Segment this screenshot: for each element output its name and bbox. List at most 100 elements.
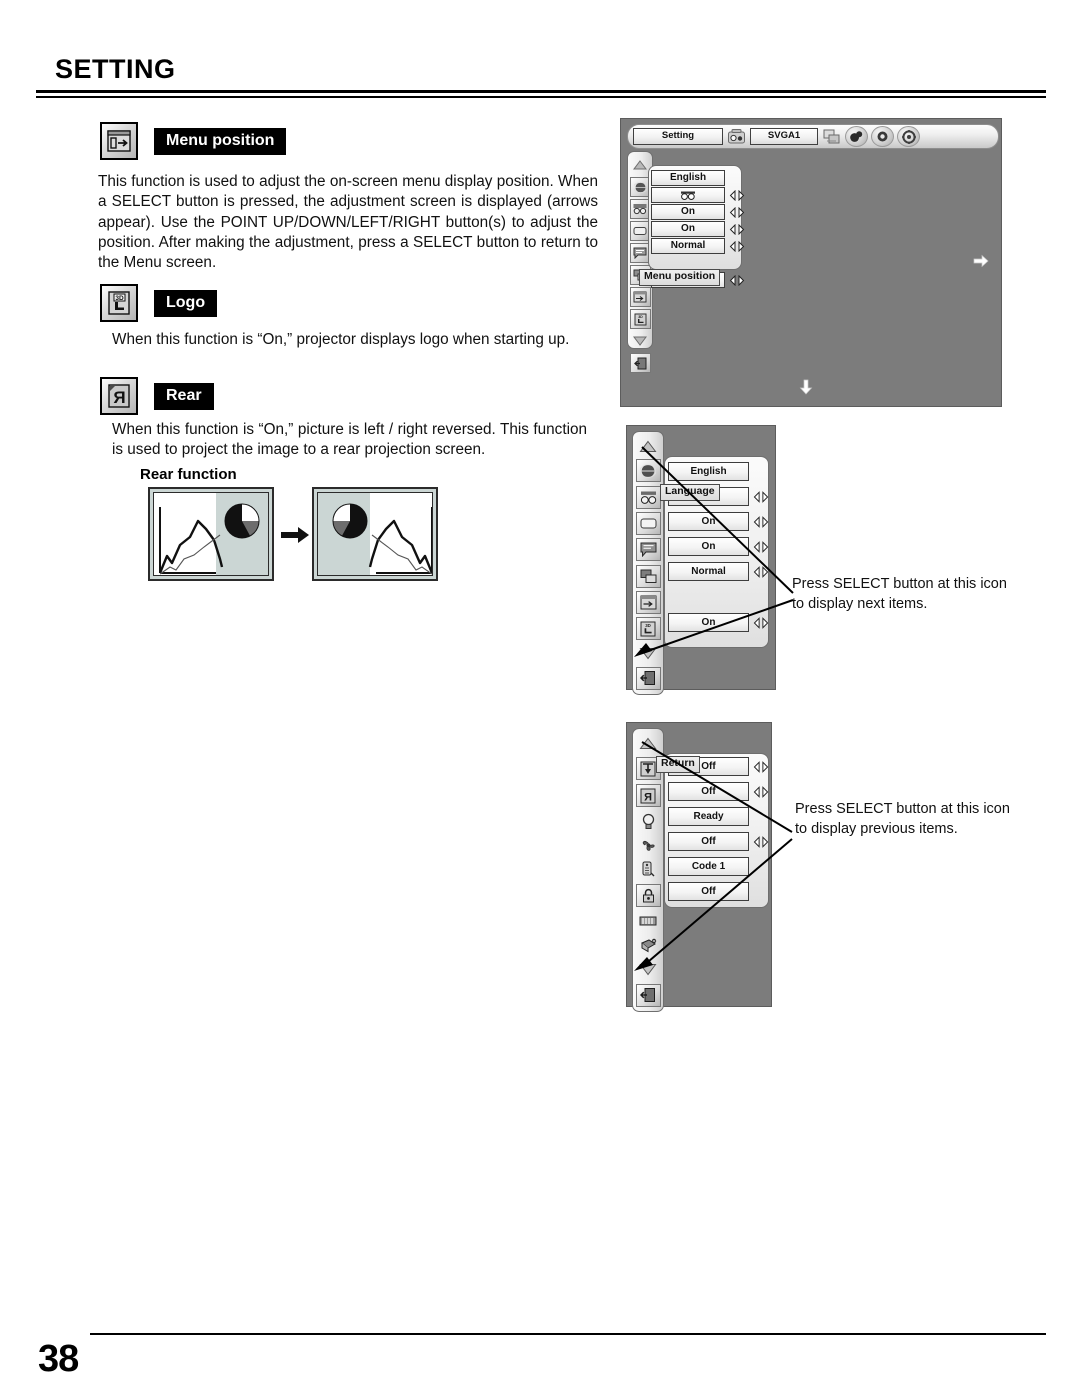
slide-normal-graphics (158, 503, 260, 575)
image-select-icon[interactable] (845, 126, 868, 147)
osd-menu-bar: Setting SVGA1 (627, 124, 999, 149)
scroll-down-icon[interactable] (638, 644, 658, 664)
language-globe-icon[interactable] (635, 459, 661, 483)
osd-row-option-3[interactable]: Normal (651, 238, 745, 254)
rear-function-diagram (148, 487, 458, 587)
fan-icon[interactable] (638, 836, 658, 856)
lamp-counter-icon[interactable] (638, 911, 658, 931)
osd-next-row-language[interactable]: English (668, 462, 749, 481)
menu-position-icon[interactable] (635, 590, 661, 614)
slide-rear-content (317, 492, 433, 576)
osd-setting-screen: Setting SVGA1 3D English On On Normal Me… (620, 118, 1002, 407)
input-source-icon[interactable] (726, 127, 747, 146)
screen-icon[interactable] (821, 127, 842, 146)
osd-lr-arrows[interactable] (753, 540, 769, 553)
osd-next-value-language[interactable]: English (668, 462, 749, 481)
menu-position-description: This function is used to adjust the on-s… (98, 173, 598, 272)
lock-icon[interactable] (635, 884, 661, 908)
osd-lr-arrows[interactable] (729, 223, 745, 235)
osd-lr-arrows[interactable] (753, 565, 769, 578)
osd-next-row-4[interactable]: On (668, 537, 769, 556)
osd-prev-row-2[interactable]: Off (668, 782, 769, 801)
scroll-up-icon[interactable] (630, 155, 650, 175)
osd-value-option-2[interactable]: On (651, 221, 725, 237)
osd-row-option-1[interactable]: On (651, 204, 745, 220)
logo-icon[interactable]: 3D (629, 309, 651, 329)
screen-icon[interactable] (635, 511, 661, 535)
callout-next-line-1: Press SELECT button at this icon (792, 576, 1007, 592)
osd-value-glasses[interactable] (651, 187, 725, 203)
osd-value-option-3[interactable]: Normal (651, 238, 725, 254)
pip-icon[interactable] (635, 564, 661, 588)
scroll-down-icon[interactable] (630, 331, 650, 351)
osd-tooltip-language: Language (660, 484, 720, 501)
svg-text:R: R (113, 388, 125, 407)
setting-gear-icon[interactable] (897, 126, 920, 147)
osd-tooltip-menu-position: Menu position (639, 269, 721, 286)
osd-lr-arrows[interactable] (729, 206, 745, 218)
osd-lr-arrows[interactable] (753, 515, 769, 528)
osd-lr-arrows[interactable] (729, 189, 745, 201)
callout-prev-line-1: Press SELECT button at this icon (795, 801, 1010, 817)
osd-lr-arrows[interactable] (753, 616, 769, 629)
osd-next-value-4[interactable]: On (668, 537, 749, 556)
remote-control-icon[interactable] (638, 860, 658, 880)
rear-function-subheading: Rear function (140, 466, 237, 483)
logo-icon[interactable]: 3D (635, 617, 661, 641)
osd-row-language[interactable]: English (651, 170, 725, 186)
osd-prev-row-5[interactable]: Code 1 (668, 857, 749, 876)
osd-prev-row-3[interactable]: Ready (668, 807, 749, 826)
rear-description: When this function is “On,” picture is l… (112, 421, 587, 459)
osd-next-row-3[interactable]: On (668, 512, 769, 531)
lamp-bulb-icon[interactable] (638, 812, 658, 832)
osd-next-icon-strip: 3D (632, 431, 664, 695)
osd-lr-arrows[interactable] (753, 490, 769, 503)
osd-lr-arrows[interactable] (729, 274, 745, 286)
osd-lr-arrows[interactable] (753, 760, 769, 773)
osd-value-language[interactable]: English (651, 170, 725, 186)
image-adjust-icon[interactable] (871, 126, 894, 147)
osd-prev-value-4[interactable]: Off (668, 832, 749, 851)
svg-text:3D: 3D (115, 295, 124, 302)
osd-next-row-5[interactable]: Normal (668, 562, 769, 581)
osd-value-option-1[interactable]: On (651, 204, 725, 220)
osd-prev-value-6[interactable]: Off (668, 882, 749, 901)
osd-tab-setting[interactable]: Setting (633, 128, 723, 145)
osd-next-value-5[interactable]: Normal (668, 562, 749, 581)
osd-lr-arrows[interactable] (753, 785, 769, 798)
exit-door-icon[interactable] (635, 666, 661, 690)
logo-description: When this function is “On,” projector di… (112, 331, 570, 348)
osd-prev-value-5[interactable]: Code 1 (668, 857, 749, 876)
menu-position-icon[interactable] (629, 287, 651, 307)
osd-tab-signal[interactable]: SVGA1 (750, 128, 818, 145)
transform-arrow-icon (281, 527, 309, 543)
power-management-icon[interactable] (638, 936, 658, 956)
osd-next-value-6[interactable]: On (668, 613, 749, 632)
osd-prev-value-2[interactable]: Off (668, 782, 749, 801)
section-label-rear: Rear (154, 382, 214, 410)
caption-icon[interactable] (635, 538, 661, 562)
scroll-down-icon[interactable] (638, 960, 658, 980)
osd-prev-row-4[interactable]: Off (668, 832, 769, 851)
osd-prev-value-3[interactable]: Ready (668, 807, 749, 826)
osd-next-value-3[interactable]: On (668, 512, 749, 531)
rear-icon[interactable]: R (635, 784, 661, 808)
osd-next-row-6[interactable]: On (668, 613, 769, 632)
osd-prev-row-6[interactable]: Off (668, 882, 749, 901)
osd-lr-arrows[interactable] (729, 240, 745, 252)
osd-row-option-2[interactable]: On (651, 221, 745, 237)
section-header-rear: R Rear (100, 377, 214, 415)
adjust-down-arrow (799, 379, 813, 400)
osd-previous-items-screen: R Off Off Ready Off Code 1 Off Return (626, 722, 772, 1012)
glasses-icon[interactable] (635, 485, 661, 509)
scroll-up-icon[interactable] (638, 733, 658, 753)
section-label-menu-position: Menu position (154, 127, 287, 155)
osd-lr-arrows[interactable] (753, 835, 769, 848)
header-divider-bottom (36, 96, 1046, 98)
exit-door-icon[interactable] (629, 353, 651, 373)
callout-next-items: Press SELECT button at this icon to disp… (792, 575, 1022, 614)
scroll-up-icon[interactable] (638, 436, 658, 456)
svg-text:R: R (644, 791, 652, 803)
osd-row-glasses[interactable] (651, 187, 745, 203)
exit-door-icon[interactable] (635, 983, 661, 1007)
